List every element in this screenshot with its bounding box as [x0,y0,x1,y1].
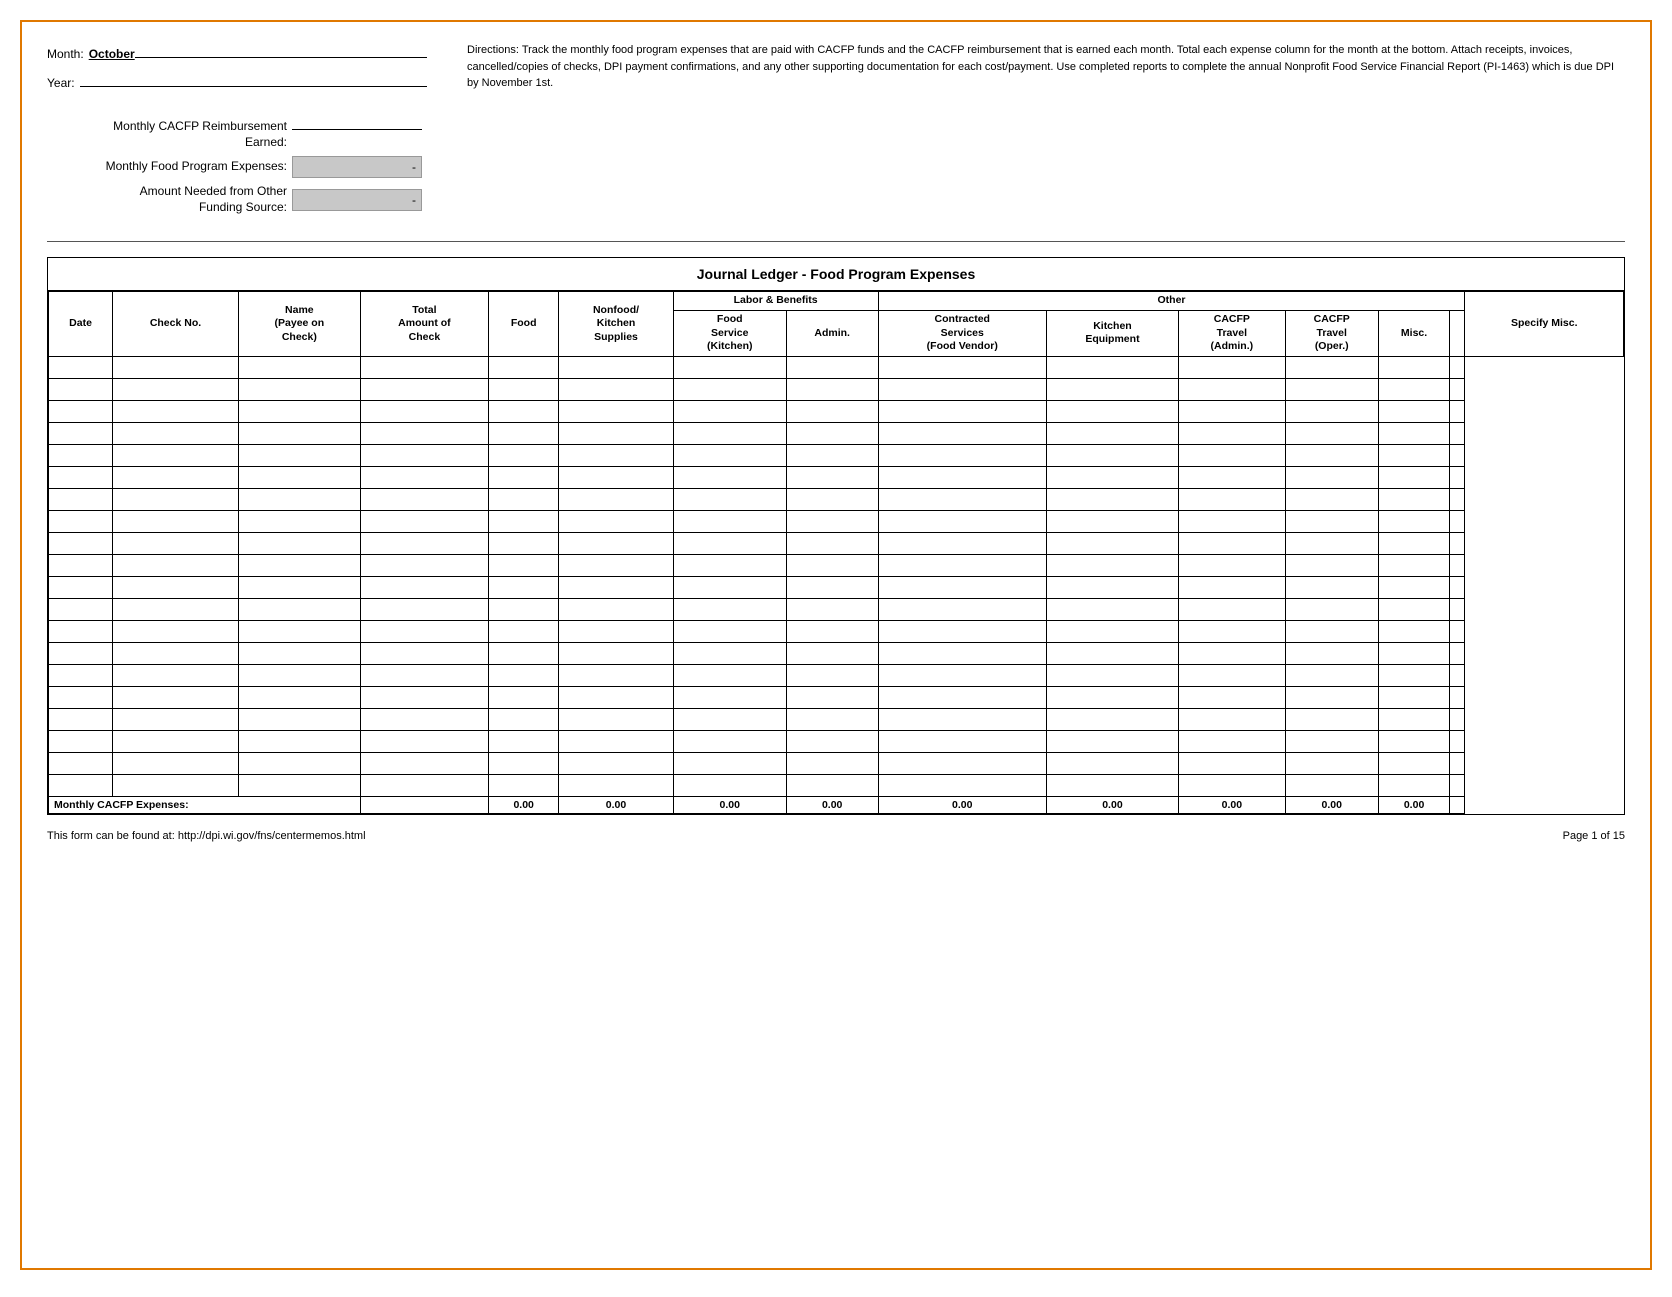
totals-food-service: 0.00 [673,796,786,813]
col-other-header: Other [878,292,1465,311]
col-contracted: ContractedServices(Food Vendor) [878,311,1046,357]
table-row [49,774,1624,796]
col-misc: Misc. [1378,311,1450,357]
footer: This form can be found at: http://dpi.wi… [47,830,1625,842]
table-row [49,686,1624,708]
totals-nonfood: 0.00 [559,796,673,813]
table-row [49,510,1624,532]
table-row [49,576,1624,598]
totals-cacfp-travel-admin: 0.00 [1178,796,1285,813]
table-row [49,620,1624,642]
totals-contracted: 0.00 [878,796,1046,813]
table-row [49,488,1624,510]
journal-title: Journal Ledger - Food Program Expenses [48,258,1624,291]
table-row [49,532,1624,554]
col-check-no: Check No. [113,292,239,357]
table-row [49,642,1624,664]
totals-misc: 0.00 [1378,796,1450,813]
table-row [49,400,1624,422]
col-admin: Admin. [786,311,878,357]
form-fields: Month: October Year: Monthly CACFP Reimb… [47,42,427,221]
table-row [49,708,1624,730]
funding-row: Amount Needed from Other Funding Source:… [47,184,427,215]
col-cacfp-travel-admin: CACFPTravel(Admin.) [1178,311,1285,357]
col-labor-header: Labor & Benefits [673,292,878,311]
totals-specify-misc [1450,796,1465,813]
expenses-label: Monthly Food Program Expenses: [47,159,287,175]
reimbursement-line [292,112,422,130]
directions-text: Directions: Track the monthly food progr… [467,42,1625,221]
table-row [49,422,1624,444]
totals-food: 0.00 [489,796,559,813]
page-container: Month: October Year: Monthly CACFP Reimb… [20,20,1652,1270]
col-total-amount: TotalAmount ofCheck [360,292,488,357]
reimbursement-earned-row: Monthly CACFP Reimbursement Earned: [47,112,427,150]
totals-kitchen-equipment: 0.00 [1046,796,1178,813]
totals-row: Monthly CACFP Expenses: 0.00 0.00 0.00 0… [49,796,1624,813]
year-line [80,71,427,87]
month-label: Month: [47,47,84,61]
footer-left: This form can be found at: http://dpi.wi… [47,830,366,842]
col-date: Date [49,292,113,357]
totals-cacfp-travel-oper: 0.00 [1285,796,1378,813]
table-row [49,378,1624,400]
col-name: Name(Payee onCheck) [238,292,360,357]
table-row [49,730,1624,752]
totals-admin: 0.00 [786,796,878,813]
month-line [135,42,427,58]
month-value: October [89,47,135,61]
col-specify-misc: Specify Misc. [1465,292,1624,357]
totals-label: Monthly CACFP Expenses: [49,796,361,813]
month-field: Month: October [47,42,427,61]
col-kitchen-equipment: KitchenEquipment [1046,311,1178,357]
table-row [49,444,1624,466]
col-food: Food [489,292,559,357]
funding-value: - [292,189,422,211]
col-food-service: FoodService(Kitchen) [673,311,786,357]
funding-label: Amount Needed from Other Funding Source: [47,184,287,215]
journal-section: Journal Ledger - Food Program Expenses D… [47,257,1625,815]
table-row [49,356,1624,378]
col-nonfood: Nonfood/KitchenSupplies [559,292,673,357]
reimbursement-label: Monthly CACFP Reimbursement Earned: [47,119,287,150]
expenses-row: Monthly Food Program Expenses: - [47,156,427,178]
total-amount-sum [360,796,488,813]
col-cacfp-travel-oper: CACFPTravel(Oper.) [1285,311,1378,357]
footer-right: Page 1 of 15 [1563,830,1625,842]
header-row-1: Date Check No. Name(Payee onCheck) Total… [49,292,1624,311]
journal-table: Date Check No. Name(Payee onCheck) Total… [48,291,1624,814]
expenses-value: - [292,156,422,178]
table-row [49,554,1624,576]
table-row [49,466,1624,488]
table-row [49,598,1624,620]
section-divider [47,241,1625,242]
year-field: Year: [47,71,427,90]
year-label: Year: [47,76,75,90]
top-section: Month: October Year: Monthly CACFP Reimb… [47,42,1625,221]
table-row [49,664,1624,686]
table-row [49,752,1624,774]
